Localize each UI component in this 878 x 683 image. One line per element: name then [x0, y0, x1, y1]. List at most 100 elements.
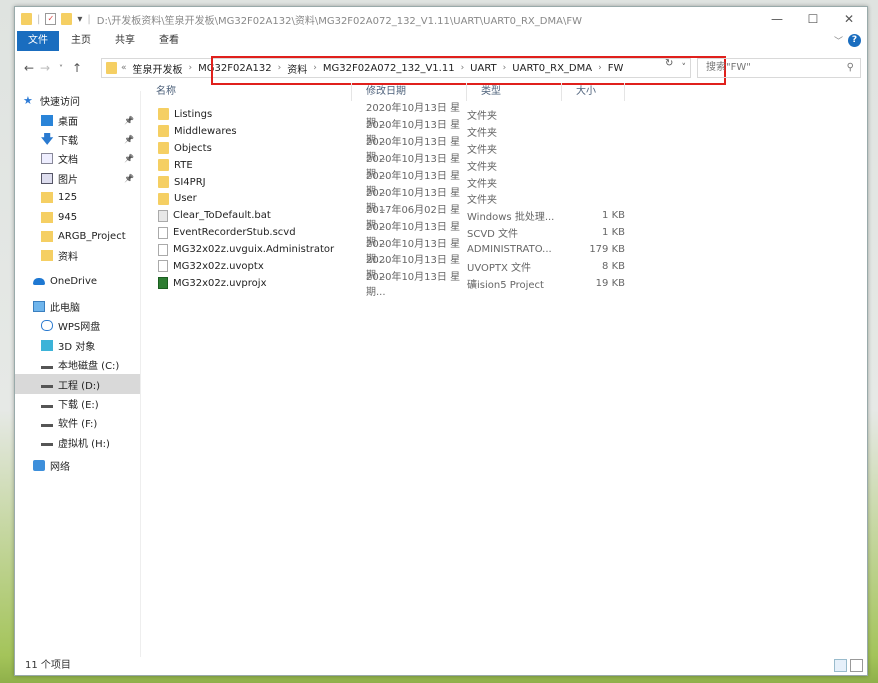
sidebar-item[interactable]: 桌面 📌: [15, 110, 140, 129]
sidebar-item[interactable]: 945: [15, 207, 140, 226]
item-count: 11 个项目: [25, 660, 71, 671]
file-row[interactable]: User 2020年10月13日 星期... 文件夹: [142, 188, 867, 214]
sidebar-item[interactable]: 125: [15, 188, 140, 207]
close-button[interactable]: ✕: [831, 7, 867, 31]
file-row[interactable]: EventRecorderStub.scvd 2020年10月13日 星期...…: [142, 222, 867, 248]
recent-locations-icon[interactable]: ˅: [53, 64, 69, 73]
details-view-button[interactable]: [834, 659, 847, 672]
file-name: User: [174, 193, 197, 205]
file-row[interactable]: Clear_ToDefault.bat 2017年06月02日 星期... Wi…: [142, 205, 867, 231]
file-row[interactable]: Listings 2020年10月13日 星期... 文件夹: [142, 103, 867, 129]
sidebar-quick-access[interactable]: ★ 快速访问: [15, 91, 140, 110]
file-row[interactable]: SI4PRJ 2020年10月13日 星期... 文件夹: [142, 171, 867, 197]
folder-icon: [41, 250, 53, 262]
desktop-icon: [41, 114, 53, 126]
file-list: 名称 修改日期 类型 大小 Listings 2020年10月13日 星期...…: [142, 83, 867, 657]
highlight-box: [211, 56, 726, 85]
sidebar-item[interactable]: 下载 (E:): [15, 394, 140, 413]
pin-icon[interactable]: 📌: [124, 154, 134, 163]
large-icons-view-button[interactable]: [850, 659, 863, 672]
column-date[interactable]: 修改日期: [352, 83, 467, 101]
file-row[interactable]: RTE 2020年10月13日 星期... 文件夹: [142, 154, 867, 180]
sidebar-item[interactable]: 虚拟机 (H:): [15, 433, 140, 452]
sidebar-item[interactable]: 3D 对象: [15, 336, 140, 355]
file-name: SI4PRJ: [174, 176, 206, 188]
file-name: MG32x02z.uvprojx: [173, 277, 267, 289]
file-name: EventRecorderStub.scvd: [173, 227, 296, 239]
sidebar-item-label: 3D 对象: [58, 341, 96, 353]
pin-icon[interactable]: 📌: [124, 135, 134, 144]
file-row[interactable]: Objects 2020年10月13日 星期... 文件夹: [142, 137, 867, 163]
status-bar: 11 个项目: [15, 657, 867, 675]
customize-toolbar-icon[interactable]: ▾: [77, 14, 82, 25]
download-icon: 🡇: [41, 131, 54, 146]
cloud-icon: [41, 320, 53, 332]
address-dropdown-icon[interactable]: ˅: [682, 63, 687, 73]
search-input[interactable]: 搜索"FW" ⚲: [697, 58, 861, 78]
sidebar-item[interactable]: 🡇 下载 📌: [15, 130, 140, 149]
sidebar-item[interactable]: 文档 📌: [15, 149, 140, 168]
tab-file[interactable]: 文件: [17, 31, 59, 51]
sidebar-item-label: 125: [58, 192, 78, 204]
pin-icon[interactable]: 📌: [124, 174, 134, 183]
file-row[interactable]: MG32x02z.uvguix.Administrator 2020年10月13…: [142, 239, 867, 265]
title-bar: | ✓ ▾ | D:\开发板资料\笙泉开发板\MG32F02A132\资料\MG32F…: [15, 7, 867, 31]
network-icon: [33, 460, 45, 472]
file-row[interactable]: MG32x02z.uvprojx 2020年10月13日 星期... 礦isio…: [142, 272, 867, 298]
column-type[interactable]: 类型: [467, 83, 562, 101]
sidebar-item[interactable]: 图片 📌: [15, 169, 140, 188]
file-size: 19 KB: [595, 277, 625, 289]
maximize-button[interactable]: ☐: [795, 7, 831, 31]
sidebar-item[interactable]: ARGB_Project: [15, 227, 140, 246]
back-button[interactable]: ←: [21, 61, 37, 75]
sidebar-onedrive[interactable]: OneDrive: [15, 272, 140, 291]
file-size: 1 KB: [602, 210, 625, 222]
folder-icon: [41, 211, 53, 223]
file-type: 文件夹: [467, 110, 497, 122]
sidebar-item[interactable]: 工程 (D:): [15, 374, 140, 394]
pin-icon[interactable]: 📌: [124, 116, 134, 125]
help-icon[interactable]: ?: [848, 34, 861, 47]
folder-icon: [106, 62, 117, 74]
file-type: 文件夹: [467, 195, 497, 207]
computer-icon: [33, 301, 45, 313]
folder-icon: [158, 176, 169, 188]
sidebar-item-label: WPS网盘: [58, 322, 101, 334]
folder-icon: [158, 108, 169, 121]
sidebar-item[interactable]: WPS网盘: [15, 316, 140, 335]
sidebar-item[interactable]: 本地磁盘 (C:): [15, 355, 140, 374]
tab-share[interactable]: 共享: [103, 31, 147, 51]
forward-button[interactable]: →: [37, 61, 53, 75]
column-size[interactable]: 大小: [562, 83, 625, 101]
file-name: Listings: [174, 108, 213, 120]
file-row[interactable]: MG32x02z.uvoptx 2020年10月13日 星期... UVOPTX…: [142, 255, 867, 281]
new-folder-icon[interactable]: [61, 13, 73, 25]
file-icon: [158, 226, 168, 239]
sidebar-item[interactable]: 资料: [15, 246, 140, 265]
folder-icon: [158, 142, 169, 155]
sidebar-item-label: 下载: [58, 135, 78, 147]
properties-icon[interactable]: ✓: [45, 13, 57, 25]
up-button[interactable]: ↑: [69, 61, 85, 75]
sidebar-item-label: 工程 (D:): [58, 380, 101, 392]
file-type: 文件夹: [467, 178, 497, 190]
document-icon: [41, 153, 53, 165]
sidebar-item-label: 文档: [58, 155, 78, 167]
star-icon: ★: [23, 94, 33, 108]
tab-home[interactable]: 主页: [59, 31, 103, 51]
file-type: 礦ision5 Project: [467, 279, 544, 291]
sidebar-this-pc[interactable]: 此电脑: [15, 297, 140, 316]
tab-view[interactable]: 查看: [147, 31, 191, 51]
column-name[interactable]: 名称: [142, 83, 352, 101]
file-row[interactable]: Middlewares 2020年10月13日 星期... 文件夹: [142, 120, 867, 146]
minimize-button[interactable]: —: [759, 7, 795, 31]
batch-file-icon: [158, 209, 168, 222]
drive-icon: [41, 361, 53, 369]
file-name: RTE: [174, 159, 193, 171]
refresh-icon[interactable]: ↻: [665, 58, 673, 69]
expand-ribbon-icon[interactable]: ﹀: [834, 34, 843, 47]
sidebar-network[interactable]: 网络: [15, 456, 140, 475]
address-bar[interactable]: « 笙泉开发板 › MG32F02A132 › 资料 › MG32F02A072_13…: [101, 56, 726, 85]
breadcrumb-item[interactable]: 笙泉开发板: [127, 61, 189, 76]
sidebar-item[interactable]: 软件 (F:): [15, 413, 140, 432]
